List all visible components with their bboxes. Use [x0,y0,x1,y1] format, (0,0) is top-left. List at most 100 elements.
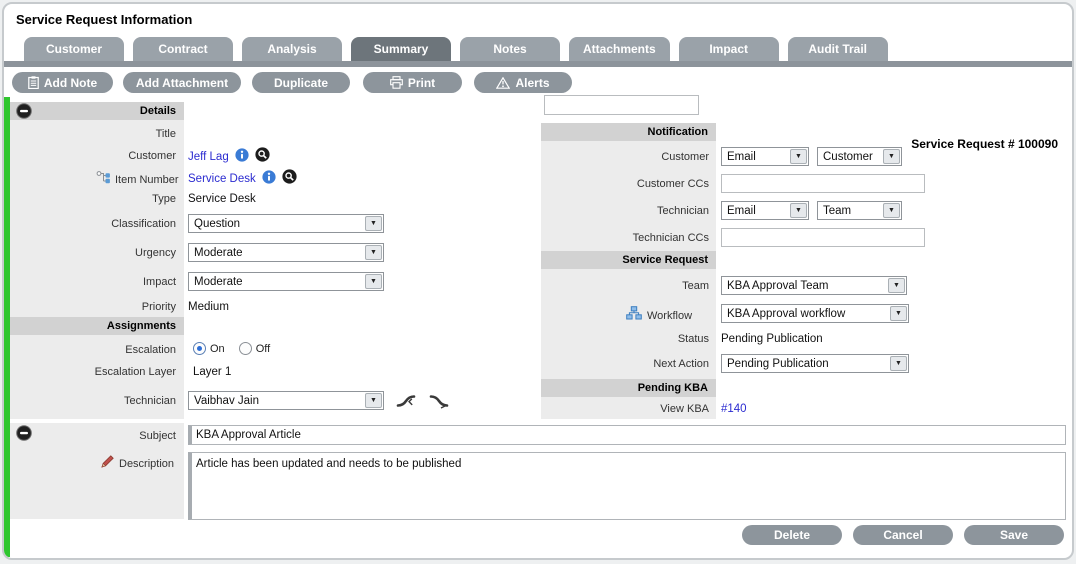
tab-notes[interactable]: Notes [460,37,560,61]
delete-button[interactable]: Delete [742,525,842,545]
duplicate-button[interactable]: Duplicate [252,72,350,93]
right-label-column [541,123,716,419]
technician-target-value: Team [818,205,883,217]
escalation-radio-group: On Off [193,342,270,355]
service-request-window: Service Request Information Customer Con… [2,2,1074,560]
tab-contract[interactable]: Contract [133,37,233,61]
description-label: Description [119,458,174,470]
notification-section-header: Notification [541,123,716,141]
tab-strip: Customer Contract Analysis Summary Notes… [24,37,888,61]
tab-summary[interactable]: Summary [351,37,451,61]
customer-method-value: Email [722,151,790,163]
section-gap [10,419,184,423]
item-hierarchy-icon [96,170,111,189]
notification-technician-label: Technician [541,205,709,217]
info-icon[interactable] [262,170,276,189]
workflow-label-row: Workflow [626,306,692,325]
item-number-label-row: Item Number [96,170,179,189]
note-icon [28,76,39,89]
subject-input[interactable] [188,425,1066,445]
escalation-actions [396,391,452,414]
collapse-details-icon[interactable] [16,103,32,119]
pending-kba-section-header: Pending KBA [541,379,716,397]
tab-analysis[interactable]: Analysis [242,37,342,61]
add-note-button[interactable]: Add Note [12,72,113,93]
workflow-select[interactable]: KBA Approval workflow ▼ [721,304,909,323]
technician-select[interactable]: Vaibhav Jain ▼ [188,391,384,410]
item-number-link[interactable]: Service Desk [188,173,256,185]
type-value: Service Desk [188,193,256,205]
tab-attachments[interactable]: Attachments [569,37,670,61]
urgency-label: Urgency [4,247,176,259]
radio-unselected-icon [239,342,252,355]
tab-audit-trail[interactable]: Audit Trail [788,37,888,61]
technician-method-select[interactable]: Email ▼ [721,201,809,220]
description-textarea[interactable]: Article has been updated and needs to be… [188,452,1066,520]
save-button[interactable]: Save [964,525,1064,545]
impact-select[interactable]: Moderate ▼ [188,272,384,291]
add-attachment-button[interactable]: Add Attachment [123,72,241,93]
cancel-button[interactable]: Cancel [853,525,953,545]
info-icon[interactable] [235,148,249,167]
technician-ccs-label: Technician CCs [541,232,709,244]
status-label: Status [541,333,709,345]
search-icon[interactable] [255,147,270,167]
technician-ccs-input[interactable] [721,228,925,247]
item-number-value-row: Service Desk [188,169,297,189]
page-title: Service Request Information [16,12,192,27]
chevron-down-icon: ▼ [365,245,382,260]
chevron-down-icon: ▼ [890,356,907,371]
customer-label: Customer [4,150,176,162]
print-label: Print [408,76,435,90]
customer-method-select[interactable]: Email ▼ [721,147,809,166]
escalation-on-radio[interactable]: On [193,342,225,355]
classification-select[interactable]: Question ▼ [188,214,384,233]
technician-method-value: Email [722,205,790,217]
notification-top-input[interactable] [544,95,699,115]
title-label: Title [4,128,176,140]
customer-ccs-input[interactable] [721,174,925,193]
priority-label: Priority [4,301,176,313]
team-label: Team [541,280,709,292]
customer-link[interactable]: Jeff Lag [188,151,229,163]
technician-value: Vaibhav Jain [189,395,365,407]
description-label-row: Description [100,454,174,474]
escalate-icon[interactable] [396,391,419,414]
radio-selected-icon [193,342,206,355]
workflow-label: Workflow [647,310,692,322]
customer-target-value: Customer [818,151,883,163]
printer-icon [390,76,403,89]
print-button[interactable]: Print [363,72,462,93]
urgency-select[interactable]: Moderate ▼ [188,243,384,262]
service-request-section-header: Service Request [541,251,716,269]
chevron-down-icon: ▼ [890,306,907,321]
team-select[interactable]: KBA Approval Team ▼ [721,276,907,295]
status-value: Pending Publication [721,333,823,345]
service-request-number: Service Request # 100090 [911,137,1058,151]
chevron-down-icon: ▼ [888,278,905,293]
alerts-button[interactable]: Alerts [474,72,572,93]
tab-customer[interactable]: Customer [24,37,124,61]
toolbar: Add Note Add Attachment Duplicate Print … [4,67,1072,97]
add-attachment-label: Add Attachment [136,76,228,90]
chevron-down-icon: ▼ [365,393,382,408]
escalation-off-radio[interactable]: Off [239,342,270,355]
pencil-icon [100,454,115,474]
chevron-down-icon: ▼ [790,149,807,164]
assignments-section-header: Assignments [10,317,184,335]
customer-target-select[interactable]: Customer ▼ [817,147,902,166]
alert-triangle-icon [496,77,510,89]
tab-impact[interactable]: Impact [679,37,779,61]
team-value: KBA Approval Team [722,280,888,292]
escalation-off-label: Off [256,343,270,355]
customer-ccs-label: Customer CCs [541,178,709,190]
search-icon[interactable] [282,169,297,189]
escalation-layer-label: Escalation Layer [4,366,176,378]
chevron-down-icon: ▼ [883,149,900,164]
next-action-select[interactable]: Pending Publication ▼ [721,354,909,373]
view-kba-link[interactable]: #140 [721,403,747,415]
subject-label: Subject [4,430,176,442]
classification-value: Question [189,218,365,230]
deescalate-icon[interactable] [429,391,452,414]
technician-target-select[interactable]: Team ▼ [817,201,902,220]
